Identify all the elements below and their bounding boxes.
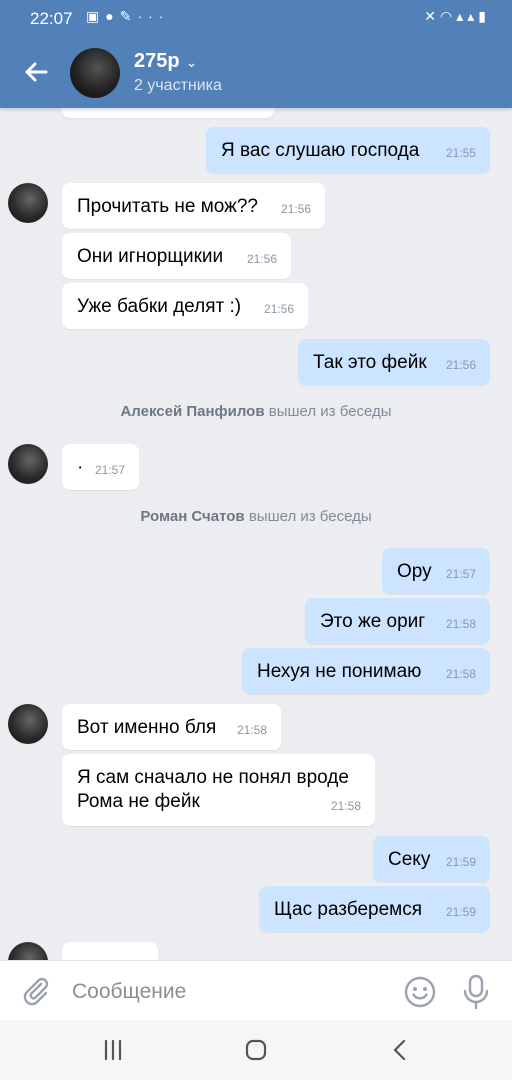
message-time: 21:55 <box>445 146 476 160</box>
chat-title[interactable]: 275р ⌄ <box>134 50 197 73</box>
chat-avatar[interactable] <box>70 48 120 98</box>
service-action: вышел из беседы <box>248 508 372 525</box>
sender-avatar[interactable] <box>8 942 48 960</box>
message-time: 21:56 <box>445 358 476 372</box>
chat-icon: ● <box>105 8 120 24</box>
message-text: Прочитать не мож?? <box>77 196 259 217</box>
signal-icon: ▴ <box>467 8 479 24</box>
message-text: Уже бабки делят :) <box>77 296 242 317</box>
message-bubble-partial[interactable] <box>62 942 158 960</box>
attachment-icon[interactable] <box>20 975 52 1007</box>
mute-icon: ✕ <box>424 8 440 24</box>
more-icon: ··· <box>137 8 170 24</box>
system-navigation-bar <box>0 1020 512 1080</box>
message-text: Так это фейк <box>313 352 427 373</box>
chat-header: 275р ⌄ 2 участника <box>0 36 512 108</box>
status-system-icons: ✕◠▴▴▮ <box>424 8 490 25</box>
message-time: 21:57 <box>445 567 476 581</box>
message-text: Ору <box>397 561 432 582</box>
service-user-name[interactable]: Алексей Панфилов <box>120 403 264 420</box>
wrench-icon: ✎ <box>119 8 138 24</box>
message-bubble[interactable]: Я вас слушаю господа 21:55 <box>206 127 490 173</box>
message-bubble[interactable]: Они игнорщикии 21:56 <box>62 233 291 279</box>
message-bubble-partial <box>62 108 274 118</box>
service-message: Алексей Панфилов вышел из беседы <box>0 403 512 420</box>
recent-apps-icon[interactable] <box>98 1038 128 1062</box>
message-composer: Сообщение <box>0 960 512 1021</box>
message-bubble[interactable]: Ору 21:57 <box>382 548 490 594</box>
battery-icon: ▮ <box>478 8 490 24</box>
wifi-icon: ◠ <box>440 8 457 24</box>
message-bubble[interactable]: Уже бабки делят :) 21:56 <box>62 283 308 329</box>
message-time: 21:57 <box>94 463 125 477</box>
service-message: Роман Счатов вышел из беседы <box>0 508 512 525</box>
message-time: 21:58 <box>330 799 361 813</box>
sender-avatar[interactable] <box>8 183 48 223</box>
service-user-name[interactable]: Роман Счатов <box>140 508 244 525</box>
message-time: 21:56 <box>280 202 311 216</box>
message-time: 21:59 <box>445 855 476 869</box>
message-text: Нехуя не понимаю <box>257 661 422 682</box>
emoji-icon[interactable] <box>403 975 437 1009</box>
image-icon: ▣ <box>86 8 106 24</box>
message-text: Вот именно бля <box>77 717 217 738</box>
chat-title-text: 275р <box>134 50 180 72</box>
message-input[interactable]: Сообщение <box>72 980 186 1004</box>
message-bubble[interactable]: Я сам сначало не понял вроде Рома не фей… <box>62 754 375 826</box>
message-bubble[interactable]: Щас разберемся 21:59 <box>259 886 490 932</box>
chevron-down-icon: ⌄ <box>185 54 198 70</box>
sender-avatar[interactable] <box>8 444 48 484</box>
message-time: 21:58 <box>445 617 476 631</box>
message-bubble[interactable]: Так это фейк 21:56 <box>298 339 490 385</box>
message-list[interactable]: Я вас слушаю господа 21:55 Прочитать не … <box>0 108 512 960</box>
sender-avatar[interactable] <box>8 704 48 744</box>
microphone-icon[interactable] <box>462 974 490 1010</box>
signal-icon: ▴ <box>456 8 468 24</box>
message-text: Я вас слушаю господа <box>221 140 420 161</box>
message-bubble[interactable]: Вот именно бля 21:58 <box>62 704 281 750</box>
message-text: · <box>77 457 84 478</box>
back-arrow-icon[interactable] <box>20 56 52 88</box>
message-time: 21:56 <box>246 252 277 266</box>
status-notification-icons: ▣●✎··· <box>86 8 169 25</box>
message-time: 21:58 <box>236 723 267 737</box>
chat-members-count: 2 участника <box>134 77 222 94</box>
message-text: Секу <box>388 849 431 870</box>
message-bubble[interactable]: Прочитать не мож?? 21:56 <box>62 183 325 229</box>
message-time: 21:59 <box>445 905 476 919</box>
message-text: Это же ориг <box>320 611 426 632</box>
message-bubble[interactable]: · 21:57 <box>62 444 139 490</box>
message-bubble[interactable]: Это же ориг 21:58 <box>305 598 490 644</box>
message-bubble[interactable]: Секу 21:59 <box>373 836 490 882</box>
status-time: 22:07 <box>30 9 73 28</box>
service-action: вышел из беседы <box>268 403 392 420</box>
message-text: Я сам сначало не понял вроде Рома не фей… <box>77 767 349 812</box>
message-time: 21:58 <box>445 667 476 681</box>
home-icon[interactable] <box>241 1038 271 1062</box>
back-icon[interactable] <box>385 1038 415 1062</box>
message-bubble[interactable]: Нехуя не понимаю 21:58 <box>242 648 490 694</box>
message-text: Они игнорщикии <box>77 246 224 267</box>
message-time: 21:56 <box>263 302 294 316</box>
status-bar: 22:07 ▣●✎··· ✕◠▴▴▮ <box>0 0 512 36</box>
message-text: Щас разберемся <box>274 899 423 920</box>
